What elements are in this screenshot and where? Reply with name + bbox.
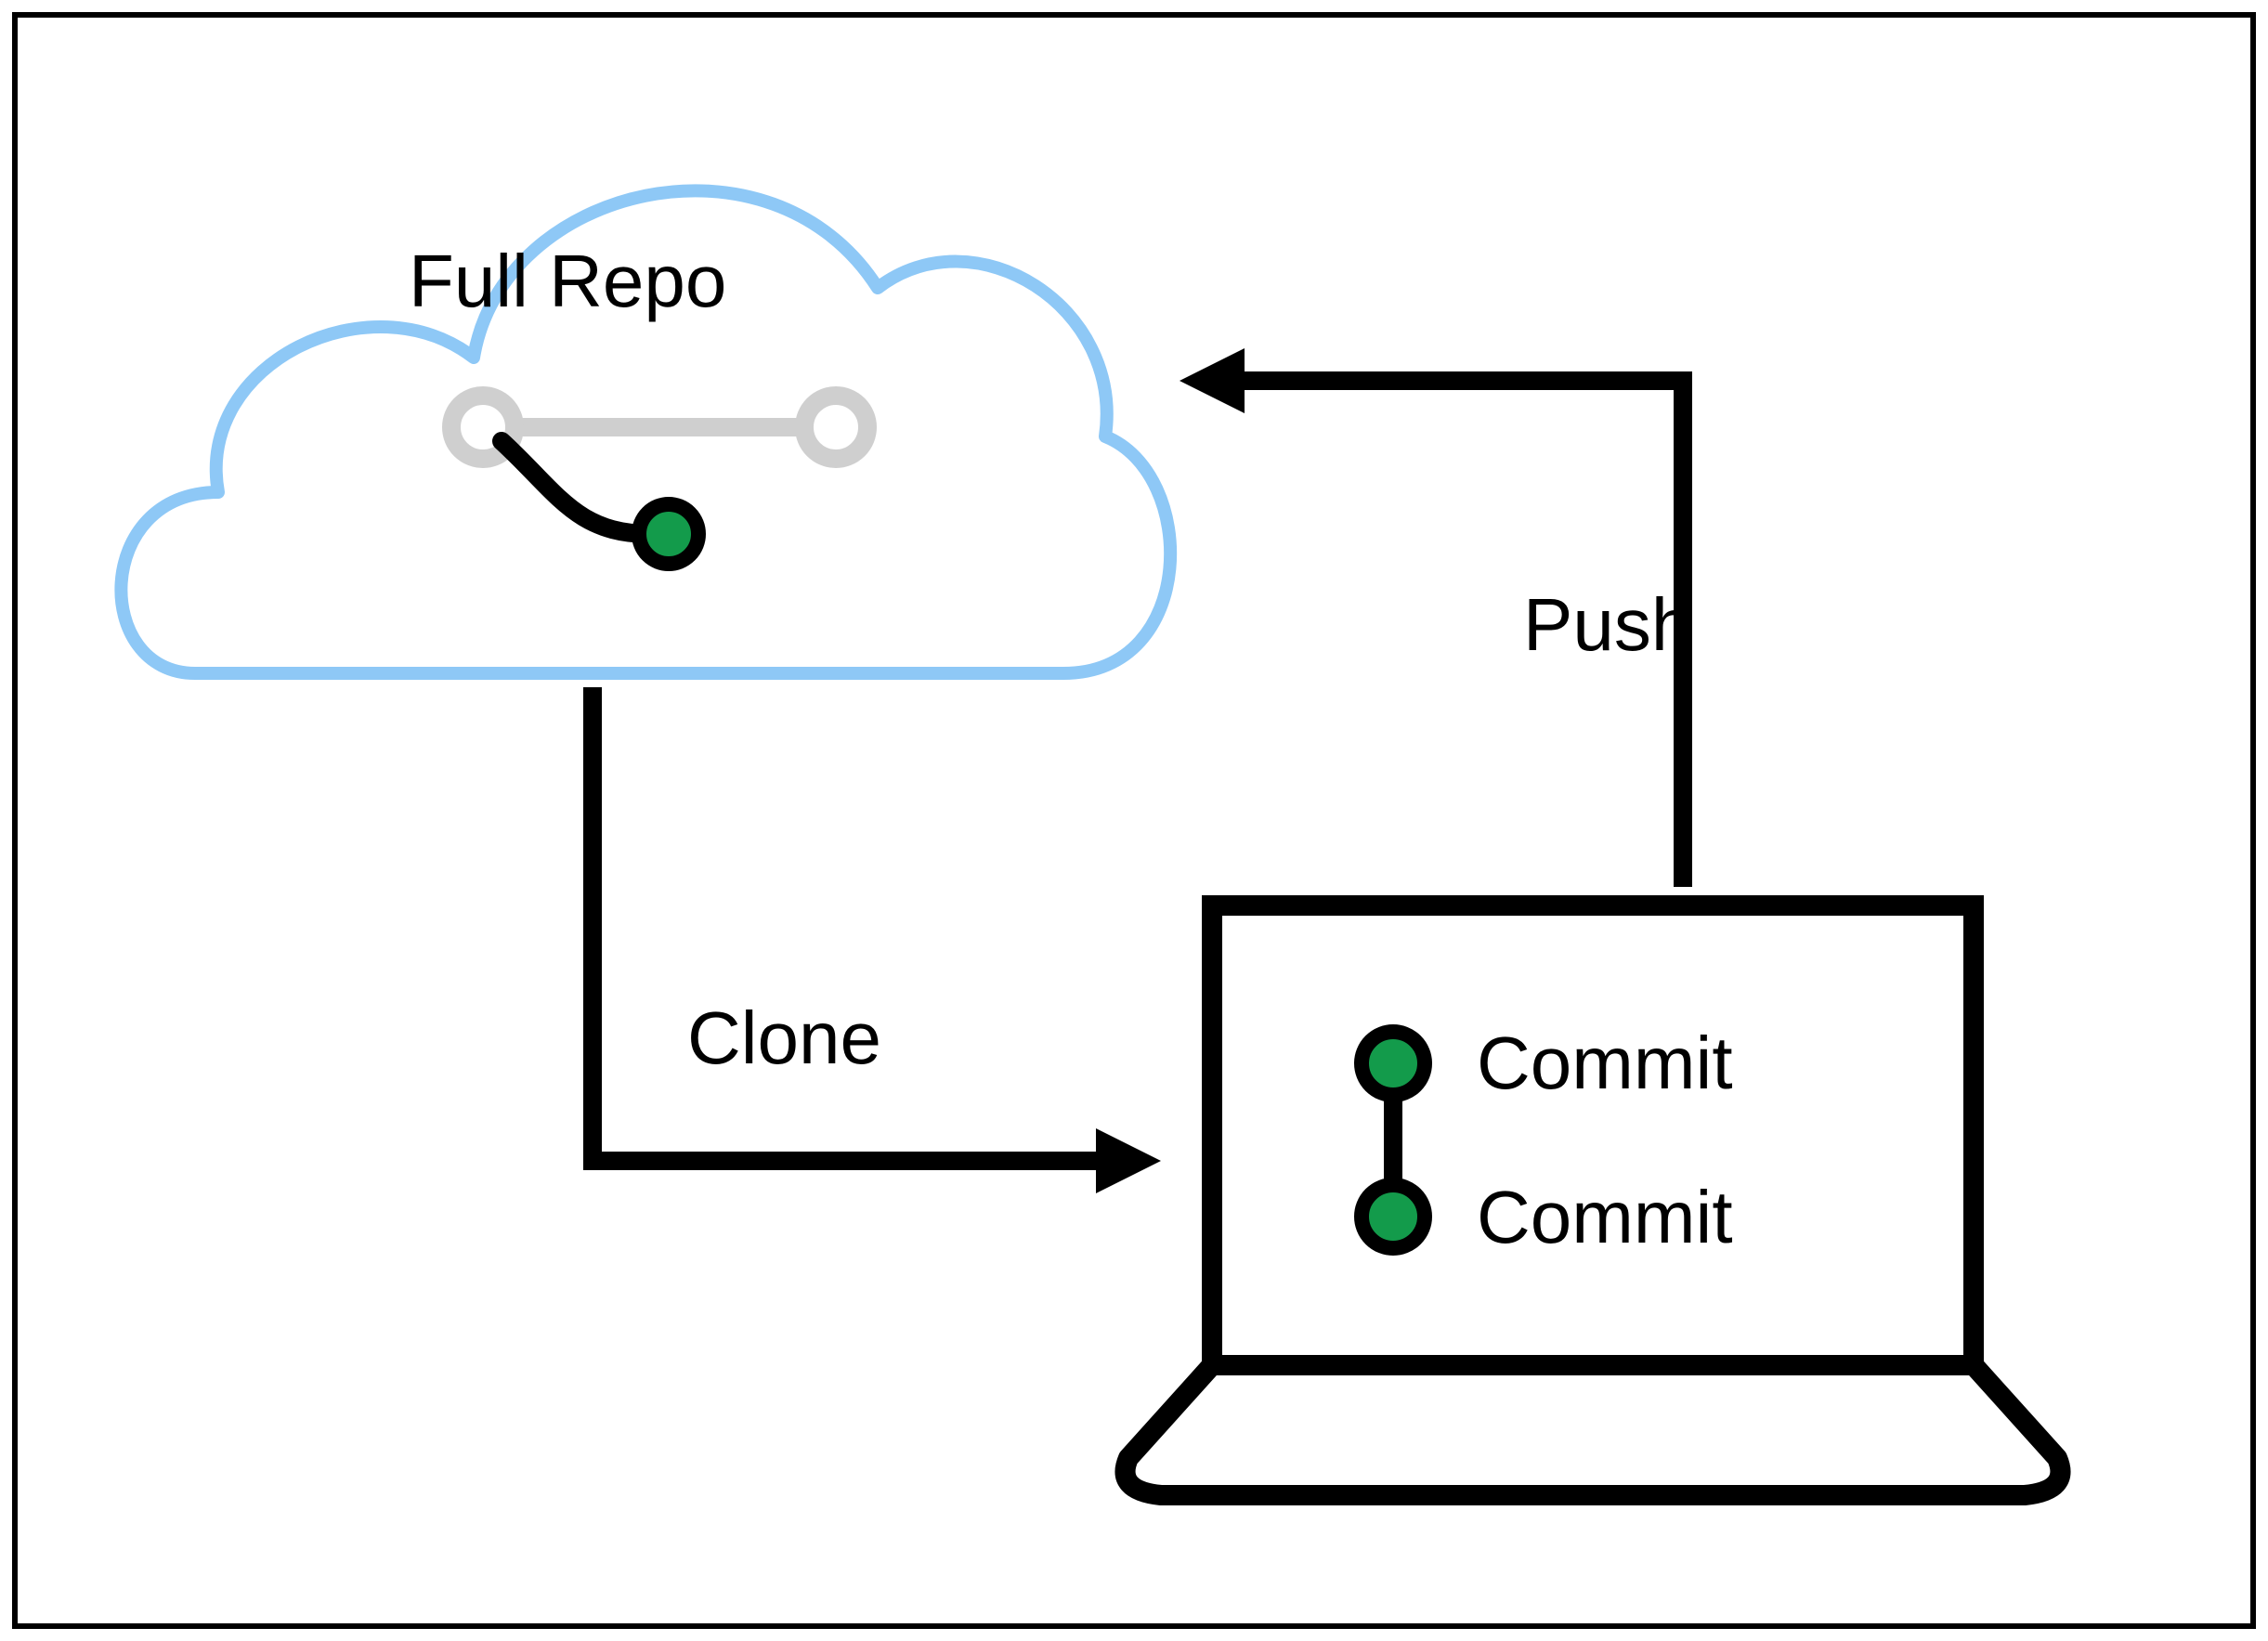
laptop-commit-node-2 (1362, 1185, 1425, 1248)
clone-label: Clone (687, 996, 881, 1079)
diagram-canvas: Full Repo Clone Push (0, 0, 2268, 1641)
commit-label-1: Commit (1477, 1022, 1733, 1104)
diagram-svg: Full Repo Clone Push (0, 0, 2268, 1641)
laptop-commit-node-1 (1362, 1032, 1425, 1095)
cloud-commit-node (639, 504, 698, 564)
cloud-label: Full Repo (409, 240, 726, 322)
commit-label-2: Commit (1477, 1176, 1733, 1258)
push-label: Push (1523, 583, 1692, 666)
